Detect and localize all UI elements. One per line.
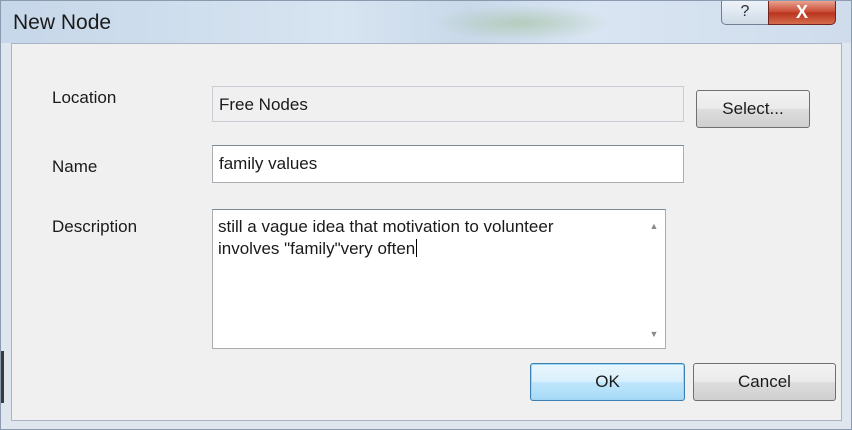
help-button[interactable]: ? bbox=[721, 1, 769, 25]
dialog-body: Location Free Nodes Select... Name famil… bbox=[11, 43, 842, 421]
close-icon: X bbox=[795, 2, 808, 22]
description-value: still a vague idea that motivation to vo… bbox=[218, 217, 554, 258]
window-edge-shadow bbox=[1, 351, 4, 403]
down-arrow-icon[interactable]: ▼ bbox=[646, 326, 662, 342]
cancel-button[interactable]: Cancel bbox=[693, 363, 836, 401]
location-field: Free Nodes bbox=[212, 86, 684, 122]
up-arrow-icon[interactable]: ▲ bbox=[646, 218, 662, 234]
title-bar-glow bbox=[431, 5, 611, 41]
name-input[interactable]: family values bbox=[212, 145, 684, 183]
ok-button[interactable]: OK bbox=[530, 363, 685, 401]
text-caret bbox=[416, 239, 418, 257]
dialog-title: New Node bbox=[13, 11, 112, 34]
description-label: Description bbox=[52, 217, 138, 236]
new-node-dialog: New Node ? X Location Free Nodes Select.… bbox=[0, 0, 852, 430]
location-label: Location bbox=[52, 88, 117, 107]
title-bar[interactable]: New Node ? X bbox=[1, 1, 851, 43]
help-icon: ? bbox=[740, 3, 750, 20]
description-textarea[interactable]: still a vague idea that motivation to vo… bbox=[212, 209, 666, 349]
location-value: Free Nodes bbox=[219, 95, 308, 114]
name-label: Name bbox=[52, 157, 98, 176]
close-button[interactable]: X bbox=[768, 1, 836, 25]
name-value: family values bbox=[219, 154, 318, 173]
description-text: still a vague idea that motivation to vo… bbox=[218, 216, 638, 260]
select-button[interactable]: Select... bbox=[696, 90, 810, 128]
